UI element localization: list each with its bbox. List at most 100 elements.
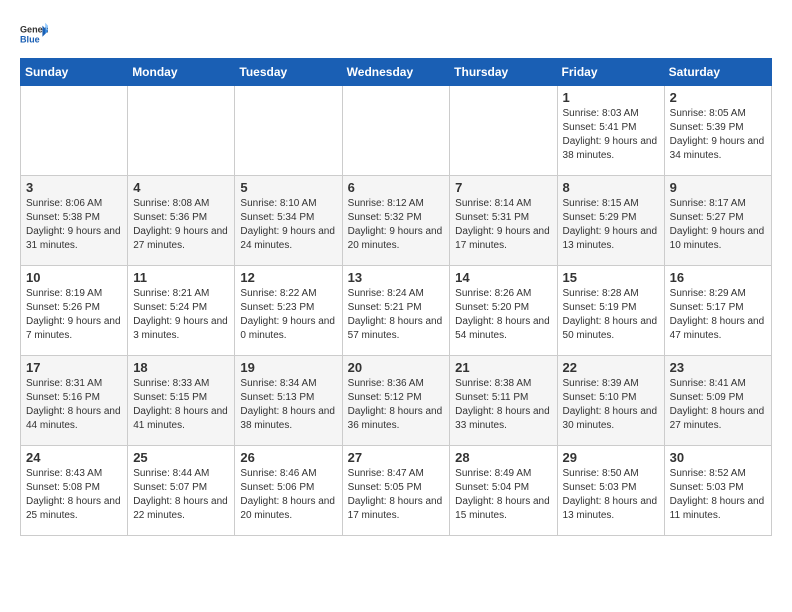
day-number: 1 — [563, 90, 659, 105]
table-cell: 20 Sunrise: 8:36 AM Sunset: 5:12 PM Dayli… — [342, 356, 450, 446]
day-info: Sunrise: 8:24 AM Sunset: 5:21 PM Dayligh… — [348, 287, 445, 343]
day-number: 16 — [670, 270, 766, 285]
day-info: Sunrise: 8:22 AM Sunset: 5:23 PM Dayligh… — [240, 287, 336, 343]
day-number: 12 — [240, 270, 336, 285]
table-cell: 15 Sunrise: 8:28 AM Sunset: 5:19 PM Dayli… — [557, 266, 664, 356]
table-cell — [21, 86, 128, 176]
day-number: 3 — [26, 180, 122, 195]
day-info: Sunrise: 8:28 AM Sunset: 5:19 PM Dayligh… — [563, 287, 659, 343]
table-cell: 11 Sunrise: 8:21 AM Sunset: 5:24 PM Dayli… — [128, 266, 235, 356]
header-thursday: Thursday — [450, 59, 557, 86]
day-info: Sunrise: 8:34 AM Sunset: 5:13 PM Dayligh… — [240, 377, 336, 433]
table-cell — [342, 86, 450, 176]
week-row-1: 1 Sunrise: 8:03 AM Sunset: 5:41 PM Daylig… — [21, 86, 772, 176]
table-cell: 22 Sunrise: 8:39 AM Sunset: 5:10 PM Dayli… — [557, 356, 664, 446]
day-info: Sunrise: 8:26 AM Sunset: 5:20 PM Dayligh… — [455, 287, 551, 343]
day-info: Sunrise: 8:44 AM Sunset: 5:07 PM Dayligh… — [133, 467, 229, 523]
table-cell: 3 Sunrise: 8:06 AM Sunset: 5:38 PM Daylig… — [21, 176, 128, 266]
svg-text:Blue: Blue — [20, 34, 40, 44]
day-info: Sunrise: 8:33 AM Sunset: 5:15 PM Dayligh… — [133, 377, 229, 433]
day-number: 15 — [563, 270, 659, 285]
day-number: 9 — [670, 180, 766, 195]
day-info: Sunrise: 8:19 AM Sunset: 5:26 PM Dayligh… — [26, 287, 122, 343]
table-cell: 1 Sunrise: 8:03 AM Sunset: 5:41 PM Daylig… — [557, 86, 664, 176]
calendar-table: SundayMondayTuesdayWednesdayThursdayFrid… — [20, 58, 772, 536]
header-saturday: Saturday — [664, 59, 771, 86]
table-cell: 17 Sunrise: 8:31 AM Sunset: 5:16 PM Dayli… — [21, 356, 128, 446]
day-info: Sunrise: 8:14 AM Sunset: 5:31 PM Dayligh… — [455, 197, 551, 253]
header-sunday: Sunday — [21, 59, 128, 86]
table-cell: 4 Sunrise: 8:08 AM Sunset: 5:36 PM Daylig… — [128, 176, 235, 266]
table-cell: 21 Sunrise: 8:38 AM Sunset: 5:11 PM Dayli… — [450, 356, 557, 446]
day-info: Sunrise: 8:43 AM Sunset: 5:08 PM Dayligh… — [26, 467, 122, 523]
day-info: Sunrise: 8:29 AM Sunset: 5:17 PM Dayligh… — [670, 287, 766, 343]
table-cell: 25 Sunrise: 8:44 AM Sunset: 5:07 PM Dayli… — [128, 446, 235, 536]
day-info: Sunrise: 8:36 AM Sunset: 5:12 PM Dayligh… — [348, 377, 445, 433]
week-row-5: 24Sunrise: 8:43 AM Sunset: 5:08 PM Dayli… — [21, 446, 772, 536]
page-header: General Blue — [20, 20, 772, 48]
day-info: Sunrise: 8:05 AM Sunset: 5:39 PM Dayligh… — [670, 107, 766, 163]
day-number: 19 — [240, 360, 336, 375]
table-cell: 16 Sunrise: 8:29 AM Sunset: 5:17 PM Dayli… — [664, 266, 771, 356]
table-cell — [128, 86, 235, 176]
day-info: Sunrise: 8:46 AM Sunset: 5:06 PM Dayligh… — [240, 467, 336, 523]
table-cell: 9 Sunrise: 8:17 AM Sunset: 5:27 PM Daylig… — [664, 176, 771, 266]
table-cell: 28Sunrise: 8:49 AM Sunset: 5:04 PM Dayli… — [450, 446, 557, 536]
header-friday: Friday — [557, 59, 664, 86]
day-number: 22 — [563, 360, 659, 375]
day-number: 30 — [670, 450, 766, 465]
day-number: 7 — [455, 180, 551, 195]
table-cell: 2Sunrise: 8:05 AM Sunset: 5:39 PM Daylig… — [664, 86, 771, 176]
calendar-header-row: SundayMondayTuesdayWednesdayThursdayFrid… — [21, 59, 772, 86]
day-info: Sunrise: 8:41 AM Sunset: 5:09 PM Dayligh… — [670, 377, 766, 433]
day-info: Sunrise: 8:52 AM Sunset: 5:03 PM Dayligh… — [670, 467, 766, 523]
table-cell: 14 Sunrise: 8:26 AM Sunset: 5:20 PM Dayli… — [450, 266, 557, 356]
header-monday: Monday — [128, 59, 235, 86]
day-number: 18 — [133, 360, 229, 375]
day-number: 25 — [133, 450, 229, 465]
table-cell: 30 Sunrise: 8:52 AM Sunset: 5:03 PM Dayli… — [664, 446, 771, 536]
table-cell: 7 Sunrise: 8:14 AM Sunset: 5:31 PM Daylig… — [450, 176, 557, 266]
table-cell — [450, 86, 557, 176]
day-number: 27 — [348, 450, 445, 465]
table-cell: 6 Sunrise: 8:12 AM Sunset: 5:32 PM Daylig… — [342, 176, 450, 266]
week-row-3: 10Sunrise: 8:19 AM Sunset: 5:26 PM Dayli… — [21, 266, 772, 356]
table-cell: 18 Sunrise: 8:33 AM Sunset: 5:15 PM Dayli… — [128, 356, 235, 446]
day-number: 26 — [240, 450, 336, 465]
day-number: 8 — [563, 180, 659, 195]
table-cell: 24Sunrise: 8:43 AM Sunset: 5:08 PM Dayli… — [21, 446, 128, 536]
table-cell: 27 Sunrise: 8:47 AM Sunset: 5:05 PM Dayli… — [342, 446, 450, 536]
day-number: 5 — [240, 180, 336, 195]
day-number: 29 — [563, 450, 659, 465]
table-cell: 10Sunrise: 8:19 AM Sunset: 5:26 PM Dayli… — [21, 266, 128, 356]
day-number: 20 — [348, 360, 445, 375]
day-number: 28 — [455, 450, 551, 465]
table-cell: 12 Sunrise: 8:22 AM Sunset: 5:23 PM Dayli… — [235, 266, 342, 356]
day-number: 17 — [26, 360, 122, 375]
day-number: 23 — [670, 360, 766, 375]
table-cell: 8Sunrise: 8:15 AM Sunset: 5:29 PM Daylig… — [557, 176, 664, 266]
day-number: 6 — [348, 180, 445, 195]
day-info: Sunrise: 8:12 AM Sunset: 5:32 PM Dayligh… — [348, 197, 445, 253]
day-number: 21 — [455, 360, 551, 375]
day-info: Sunrise: 8:08 AM Sunset: 5:36 PM Dayligh… — [133, 197, 229, 253]
week-row-2: 3 Sunrise: 8:06 AM Sunset: 5:38 PM Daylig… — [21, 176, 772, 266]
day-info: Sunrise: 8:17 AM Sunset: 5:27 PM Dayligh… — [670, 197, 766, 253]
day-info: Sunrise: 8:38 AM Sunset: 5:11 PM Dayligh… — [455, 377, 551, 433]
day-number: 13 — [348, 270, 445, 285]
day-info: Sunrise: 8:21 AM Sunset: 5:24 PM Dayligh… — [133, 287, 229, 343]
day-number: 14 — [455, 270, 551, 285]
table-cell: 26 Sunrise: 8:46 AM Sunset: 5:06 PM Dayli… — [235, 446, 342, 536]
day-info: Sunrise: 8:39 AM Sunset: 5:10 PM Dayligh… — [563, 377, 659, 433]
day-info: Sunrise: 8:31 AM Sunset: 5:16 PM Dayligh… — [26, 377, 122, 433]
day-number: 11 — [133, 270, 229, 285]
day-info: Sunrise: 8:47 AM Sunset: 5:05 PM Dayligh… — [348, 467, 445, 523]
day-info: Sunrise: 8:03 AM Sunset: 5:41 PM Dayligh… — [563, 107, 659, 163]
day-number: 4 — [133, 180, 229, 195]
table-cell: 13 Sunrise: 8:24 AM Sunset: 5:21 PM Dayli… — [342, 266, 450, 356]
logo: General Blue — [20, 20, 48, 48]
table-cell — [235, 86, 342, 176]
table-cell: 5Sunrise: 8:10 AM Sunset: 5:34 PM Daylig… — [235, 176, 342, 266]
table-cell: 19 Sunrise: 8:34 AM Sunset: 5:13 PM Dayli… — [235, 356, 342, 446]
day-info: Sunrise: 8:06 AM Sunset: 5:38 PM Dayligh… — [26, 197, 122, 253]
